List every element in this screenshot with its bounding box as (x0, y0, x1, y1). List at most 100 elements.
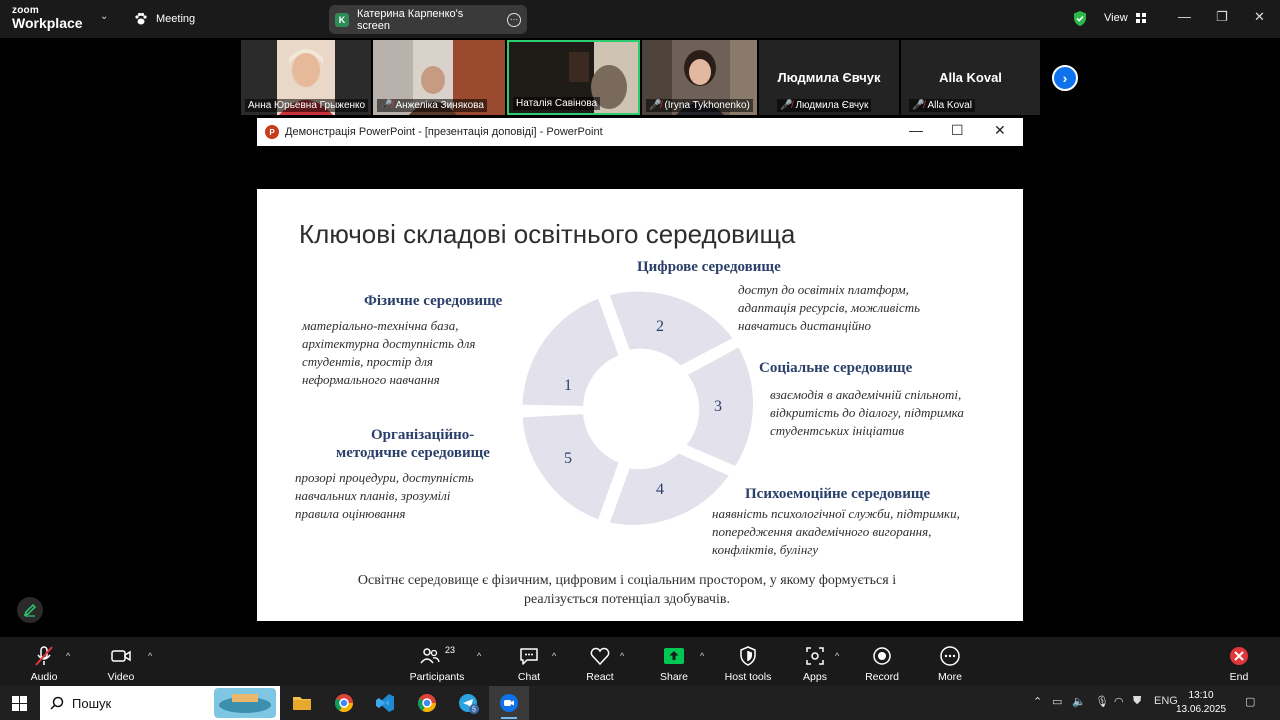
meeting-menu[interactable]: Meeting (134, 12, 195, 26)
mic-muted-icon: 🎤̸ (380, 100, 393, 111)
more-button[interactable]: More (915, 637, 985, 686)
file-explorer-icon[interactable] (292, 694, 312, 717)
search-highlight-image (214, 688, 276, 718)
search-placeholder: Пошук (72, 695, 112, 711)
audio-options-caret[interactable]: ^ (66, 651, 70, 661)
battery-icon[interactable]: ▭ (1052, 695, 1062, 708)
security-shield-icon[interactable] (1072, 10, 1088, 32)
digital-heading: Цифрове середовище (637, 259, 781, 275)
wifi-icon[interactable]: ◠ (1114, 695, 1124, 708)
participants-options-caret[interactable]: ^ (477, 651, 481, 661)
record-label: Record (865, 671, 899, 683)
chevron-up-icon[interactable]: ⌃ (1033, 695, 1042, 708)
participant-big-name: Alla Koval (939, 70, 1002, 85)
apps-button[interactable]: Apps (780, 637, 850, 686)
participant-tile[interactable]: Людмила Євчук 🎤̸ Людмила Євчук (759, 40, 899, 115)
slide-summary: Освітнє середовище є фізичним, цифровим … (357, 573, 897, 607)
close-icon[interactable]: ✕ (994, 122, 1006, 139)
participant-tile[interactable]: Alla Koval 🎤̸ Alla Koval (901, 40, 1040, 115)
segment-label-4: 4 (656, 481, 664, 498)
logo-line-2: Workplace (12, 15, 83, 31)
apps-icon (804, 645, 826, 667)
physical-description: матеріально-технічна база, архітектурна … (302, 318, 476, 387)
chevron-down-icon[interactable]: ⌄ (100, 11, 108, 22)
chrome-profile-icon[interactable] (417, 693, 437, 718)
end-label: End (1229, 671, 1249, 683)
next-page-button[interactable]: › (1052, 65, 1078, 91)
record-icon (871, 645, 893, 667)
close-icon[interactable]: ✕ (1254, 9, 1265, 25)
participant-tile-active-speaker[interactable]: Наталія Савінова (507, 40, 640, 115)
pencil-icon (23, 603, 37, 617)
share-screen-icon (663, 645, 685, 667)
host-tools-button[interactable]: Host tools (713, 637, 783, 686)
participants-button[interactable]: 23 Participants (402, 637, 472, 686)
chat-label: Chat (517, 671, 541, 683)
mic-muted-icon (33, 645, 55, 667)
participants-count: 23 (444, 645, 455, 655)
mic-muted-icon: 🎤̸ (649, 100, 662, 111)
more-options-icon[interactable]: ··· (507, 12, 521, 27)
speaker-icon[interactable]: 🔈 (1072, 695, 1086, 708)
share-button[interactable]: Share (639, 637, 709, 686)
segment-label-5: 5 (564, 450, 572, 467)
taskbar-search-box[interactable]: Пошук (40, 686, 280, 720)
powerpoint-icon: P (265, 125, 279, 139)
slide-letterbox (257, 146, 1023, 189)
react-options-caret[interactable]: ^ (620, 651, 624, 661)
zoom-workplace-logo[interactable]: zoom Workplace (12, 6, 83, 31)
minimize-icon[interactable]: — (1178, 9, 1191, 24)
sharer-initial-badge: K (335, 12, 349, 27)
screen-share-indicator[interactable]: K Катерина Карпенко's screen ··· (329, 5, 527, 34)
audio-label: Audio (30, 671, 58, 683)
defender-icon[interactable]: ⛊ (1133, 695, 1141, 708)
windows-start-icon[interactable] (12, 696, 27, 716)
chat-icon (518, 645, 540, 667)
grid-icon (1135, 13, 1146, 23)
participant-name: Анна Юрьевна Грыженко (245, 99, 369, 112)
mic-muted-icon: 🎤̸ (780, 100, 793, 111)
zoom-title-bar: zoom Workplace ⌄ Meeting K Катерина Карп… (0, 0, 1280, 38)
video-button[interactable]: Video (86, 637, 156, 686)
apps-options-caret[interactable]: ^ (835, 651, 839, 661)
minimize-icon[interactable]: — (909, 122, 923, 138)
record-button[interactable]: Record (847, 637, 917, 686)
maximize-icon[interactable]: ☐ (951, 122, 964, 139)
view-label: View (1104, 12, 1128, 24)
share-indicator-text: Катерина Карпенко's screen (356, 7, 464, 32)
psycho-description: наявність психологічної служби, підтримк… (712, 506, 960, 557)
video-options-caret[interactable]: ^ (148, 651, 152, 661)
shared-window-title: Демонстрація PowerPoint - [презентація д… (285, 126, 603, 138)
end-icon (1228, 645, 1250, 667)
chat-options-caret[interactable]: ^ (552, 651, 556, 661)
audio-button[interactable]: Audio (9, 637, 79, 686)
notifications-icon[interactable]: ▢ (1245, 695, 1255, 708)
participant-big-name: Людмила Євчук (777, 70, 881, 85)
system-clock[interactable]: 13:10 13.06.2025 (1176, 689, 1226, 717)
chrome-icon[interactable] (334, 693, 354, 718)
more-icon (939, 645, 961, 667)
vscode-icon[interactable] (375, 693, 395, 718)
participant-name: 🎤̸ (Iryna Tykhonenko) (646, 99, 753, 112)
donut-diagram: 1 2 3 4 5 (517, 286, 758, 530)
share-options-caret[interactable]: ^ (700, 651, 704, 661)
end-meeting-button[interactable]: End (1204, 637, 1274, 686)
zoom-taskbar-button[interactable] (489, 686, 529, 720)
video-camera-icon (110, 645, 132, 667)
participant-tile[interactable]: Анна Юрьевна Грыженко (241, 40, 371, 115)
language-indicator[interactable]: ENG (1154, 695, 1178, 707)
segment-label-2: 2 (656, 318, 664, 335)
telegram-badge: 5 (472, 707, 476, 714)
organizational-description: прозорі процедури, доступність навчальни… (295, 470, 474, 521)
telegram-icon[interactable]: 5 (458, 693, 480, 720)
view-menu-button[interactable]: View (1104, 12, 1146, 24)
participant-tile[interactable]: 🎤̸ Анжеліка Зинякова (373, 40, 505, 115)
chat-button[interactable]: Chat (494, 637, 564, 686)
share-label: Share (659, 671, 689, 683)
more-label: More (938, 671, 962, 683)
participant-tile[interactable]: 🎤̸ (Iryna Tykhonenko) (642, 40, 757, 115)
restore-icon[interactable]: ❐ (1216, 9, 1228, 25)
react-button[interactable]: React (565, 637, 635, 686)
microphone-icon[interactable]: 🎙 (1095, 695, 1109, 708)
annotate-pencil-button[interactable] (17, 597, 43, 623)
